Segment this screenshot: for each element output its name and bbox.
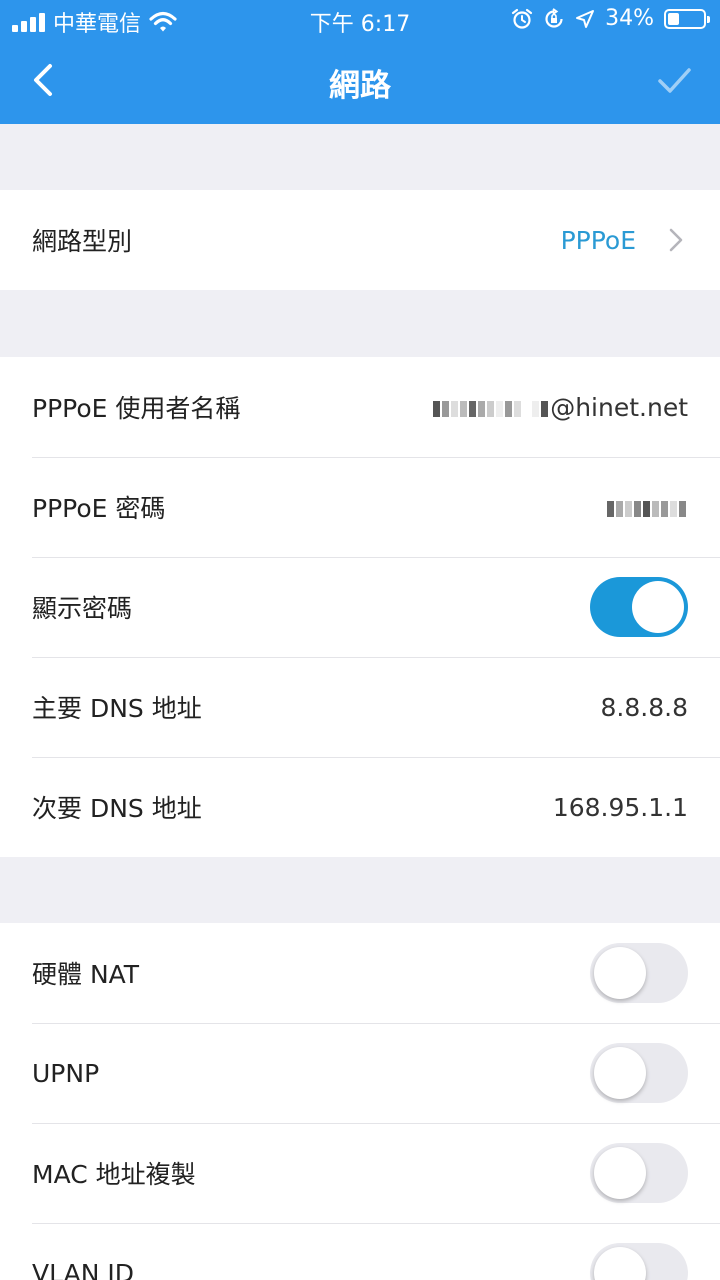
network-type-group: 網路型別 PPPoE — [0, 190, 720, 290]
advanced-settings-group: 硬體 NAT UPNP MAC 地址複製 VLAN ID — [0, 923, 720, 1280]
chevron-right-icon — [669, 228, 683, 252]
dns-secondary-value[interactable]: 168.95.1.1 — [553, 793, 688, 822]
pppoe-username-label: PPPoE 使用者名稱 — [32, 394, 241, 423]
upnp-row: UPNP — [0, 1023, 720, 1123]
dns-secondary-label: 次要 DNS 地址 — [32, 794, 202, 823]
rotation-lock-icon — [545, 7, 563, 28]
nav-bar: 網路 — [0, 38, 720, 124]
show-password-toggle[interactable] — [590, 577, 688, 637]
pppoe-username-suffix: @hinet.net — [550, 392, 688, 422]
vlan-id-row: VLAN ID — [0, 1223, 720, 1280]
page-title: 網路 — [329, 68, 391, 104]
show-password-row: 顯示密碼 — [0, 557, 720, 657]
battery-icon — [664, 8, 710, 29]
upnp-label: UPNP — [32, 1058, 100, 1088]
mac-clone-row: MAC 地址複製 — [0, 1123, 720, 1223]
dns-secondary-row[interactable]: 次要 DNS 地址 168.95.1.1 — [0, 757, 720, 857]
pppoe-password-value[interactable] — [607, 493, 688, 522]
confirm-check-icon[interactable] — [654, 60, 694, 100]
pppoe-settings-group: PPPoE 使用者名稱 @hinet.net PPPoE 密碼 顯示密碼 主要 … — [0, 357, 720, 857]
vlan-id-toggle[interactable] — [590, 1243, 688, 1280]
network-type-row[interactable]: 網路型別 PPPoE — [0, 190, 720, 290]
location-icon — [576, 9, 595, 28]
hardware-nat-row: 硬體 NAT — [0, 923, 720, 1023]
status-bar: 中華電信 下午 6:17 34% — [0, 0, 720, 38]
pppoe-password-label: PPPoE 密碼 — [32, 494, 166, 523]
redacted-text — [607, 500, 686, 517]
dns-primary-value[interactable]: 8.8.8.8 — [601, 693, 688, 722]
redacted-text — [433, 400, 549, 417]
pppoe-username-value[interactable]: @hinet.net — [433, 393, 688, 422]
hardware-nat-label: 硬體 NAT — [32, 960, 140, 989]
network-type-value: PPPoE — [560, 225, 636, 255]
pppoe-username-row[interactable]: PPPoE 使用者名稱 @hinet.net — [0, 357, 720, 457]
upnp-toggle[interactable] — [590, 1043, 688, 1103]
alarm-icon — [511, 8, 533, 29]
show-password-label: 顯示密碼 — [32, 594, 133, 623]
pppoe-password-row[interactable]: PPPoE 密碼 — [0, 457, 720, 557]
vlan-id-label: VLAN ID — [32, 1258, 134, 1280]
top-bar: 中華電信 下午 6:17 34% 網路 — [0, 0, 720, 124]
mac-clone-toggle[interactable] — [590, 1143, 688, 1203]
dns-primary-row[interactable]: 主要 DNS 地址 8.8.8.8 — [0, 657, 720, 757]
dns-primary-label: 主要 DNS 地址 — [32, 694, 202, 723]
mac-clone-label: MAC 地址複製 — [32, 1160, 196, 1189]
network-type-label: 網路型別 — [32, 227, 133, 256]
hardware-nat-toggle[interactable] — [590, 943, 688, 1003]
battery-percent: 34% — [605, 6, 654, 31]
